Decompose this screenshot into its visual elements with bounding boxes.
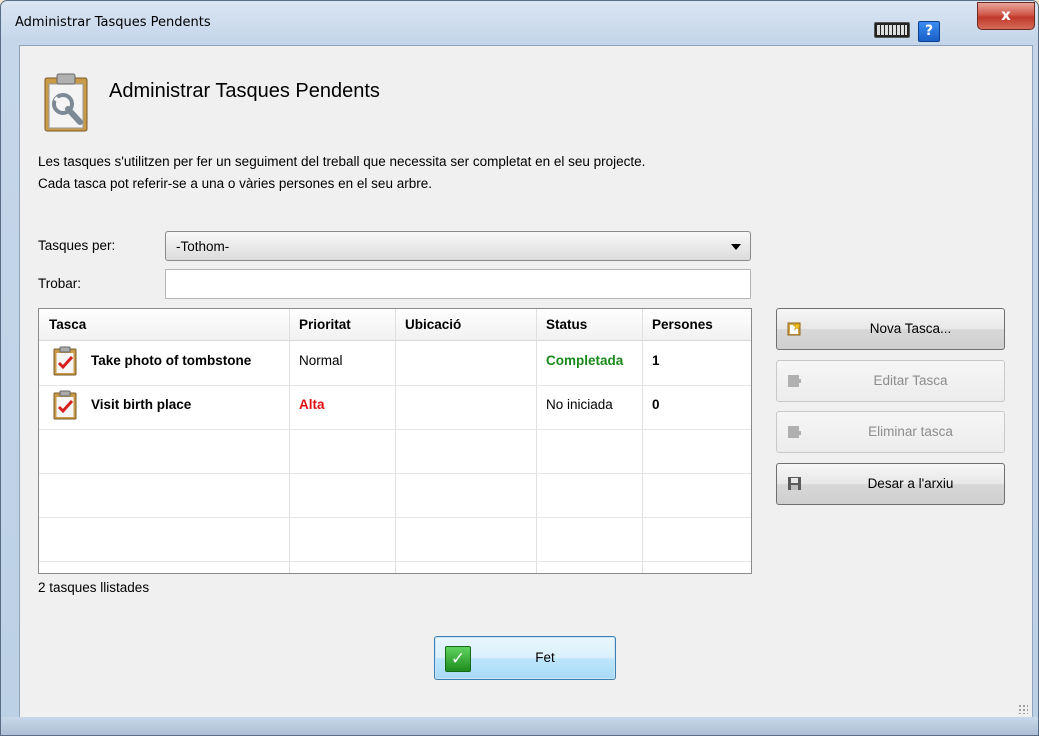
save-icon <box>788 477 801 490</box>
task-status: No iniciada <box>546 397 613 412</box>
save-to-file-label: Desar a l'arxiu <box>867 476 954 491</box>
task-persons: 1 <box>652 353 660 368</box>
column-header-status[interactable]: Status <box>536 309 642 340</box>
tasks-table[interactable]: Tasca Prioritat Ubicació Status Persones… <box>38 308 752 574</box>
window-title: Administrar Tasques Pendents <box>15 15 211 30</box>
new-task-label: Nova Tasca... <box>869 321 952 336</box>
chevron-down-icon <box>731 244 741 250</box>
dialog-content: Administrar Tasques Pendents Les tasques… <box>19 45 1033 719</box>
clipboard-wrench-icon <box>44 73 88 132</box>
task-persons: 0 <box>652 397 660 412</box>
column-header-priority[interactable]: Prioritat <box>289 309 395 340</box>
search-input[interactable] <box>165 269 751 299</box>
description-line-2: Cada tasca pot referir-se a una o vàries… <box>38 176 432 191</box>
edit-task-button[interactable]: Editar Tasca <box>776 360 1005 402</box>
delete-task-label: Eliminar tasca <box>868 424 953 439</box>
done-label: Fet <box>535 650 555 665</box>
window-bottom-frame <box>1 717 1038 735</box>
task-name: Take photo of tombstone <box>91 353 252 368</box>
task-priority: Alta <box>299 397 325 412</box>
new-task-button[interactable]: Nova Tasca... <box>776 308 1005 350</box>
delete-task-button[interactable]: Eliminar tasca <box>776 411 1005 453</box>
description-line-1: Les tasques s'utilitzen per fer un segui… <box>38 154 646 169</box>
done-button[interactable]: ✓ Fet <box>434 636 616 680</box>
edit-task-icon <box>788 375 801 387</box>
keyboard-icon[interactable] <box>874 22 910 38</box>
filter-selected-value: -Tothom- <box>176 239 230 254</box>
task-priority: Normal <box>299 353 343 368</box>
task-status: Completada <box>546 353 624 368</box>
dialog-window: Administrar Tasques Pendents ? x Adminis… <box>0 0 1039 736</box>
column-header-persons[interactable]: Persones <box>642 309 751 340</box>
page-title: Administrar Tasques Pendents <box>109 80 380 102</box>
task-name: Visit birth place <box>91 397 192 412</box>
filter-label: Tasques per: <box>38 238 116 253</box>
task-checked-icon <box>53 346 77 376</box>
task-count: 2 tasques llistades <box>38 580 150 595</box>
edit-task-label: Editar Tasca <box>873 373 948 388</box>
search-label: Trobar: <box>38 276 82 291</box>
save-to-file-button[interactable]: Desar a l'arxiu <box>776 463 1005 505</box>
filter-dropdown[interactable]: -Tothom- <box>165 231 751 261</box>
column-header-location[interactable]: Ubicació <box>395 309 536 340</box>
column-header-task[interactable]: Tasca <box>39 309 289 340</box>
new-task-icon <box>787 321 802 336</box>
title-bar[interactable]: Administrar Tasques Pendents ? x <box>1 1 1038 45</box>
task-checked-icon <box>53 390 77 420</box>
help-icon[interactable]: ? <box>918 21 940 42</box>
delete-task-icon <box>788 426 801 438</box>
close-button[interactable]: x <box>977 2 1035 30</box>
resize-grip[interactable] <box>1018 704 1028 714</box>
checkmark-icon: ✓ <box>445 646 471 672</box>
